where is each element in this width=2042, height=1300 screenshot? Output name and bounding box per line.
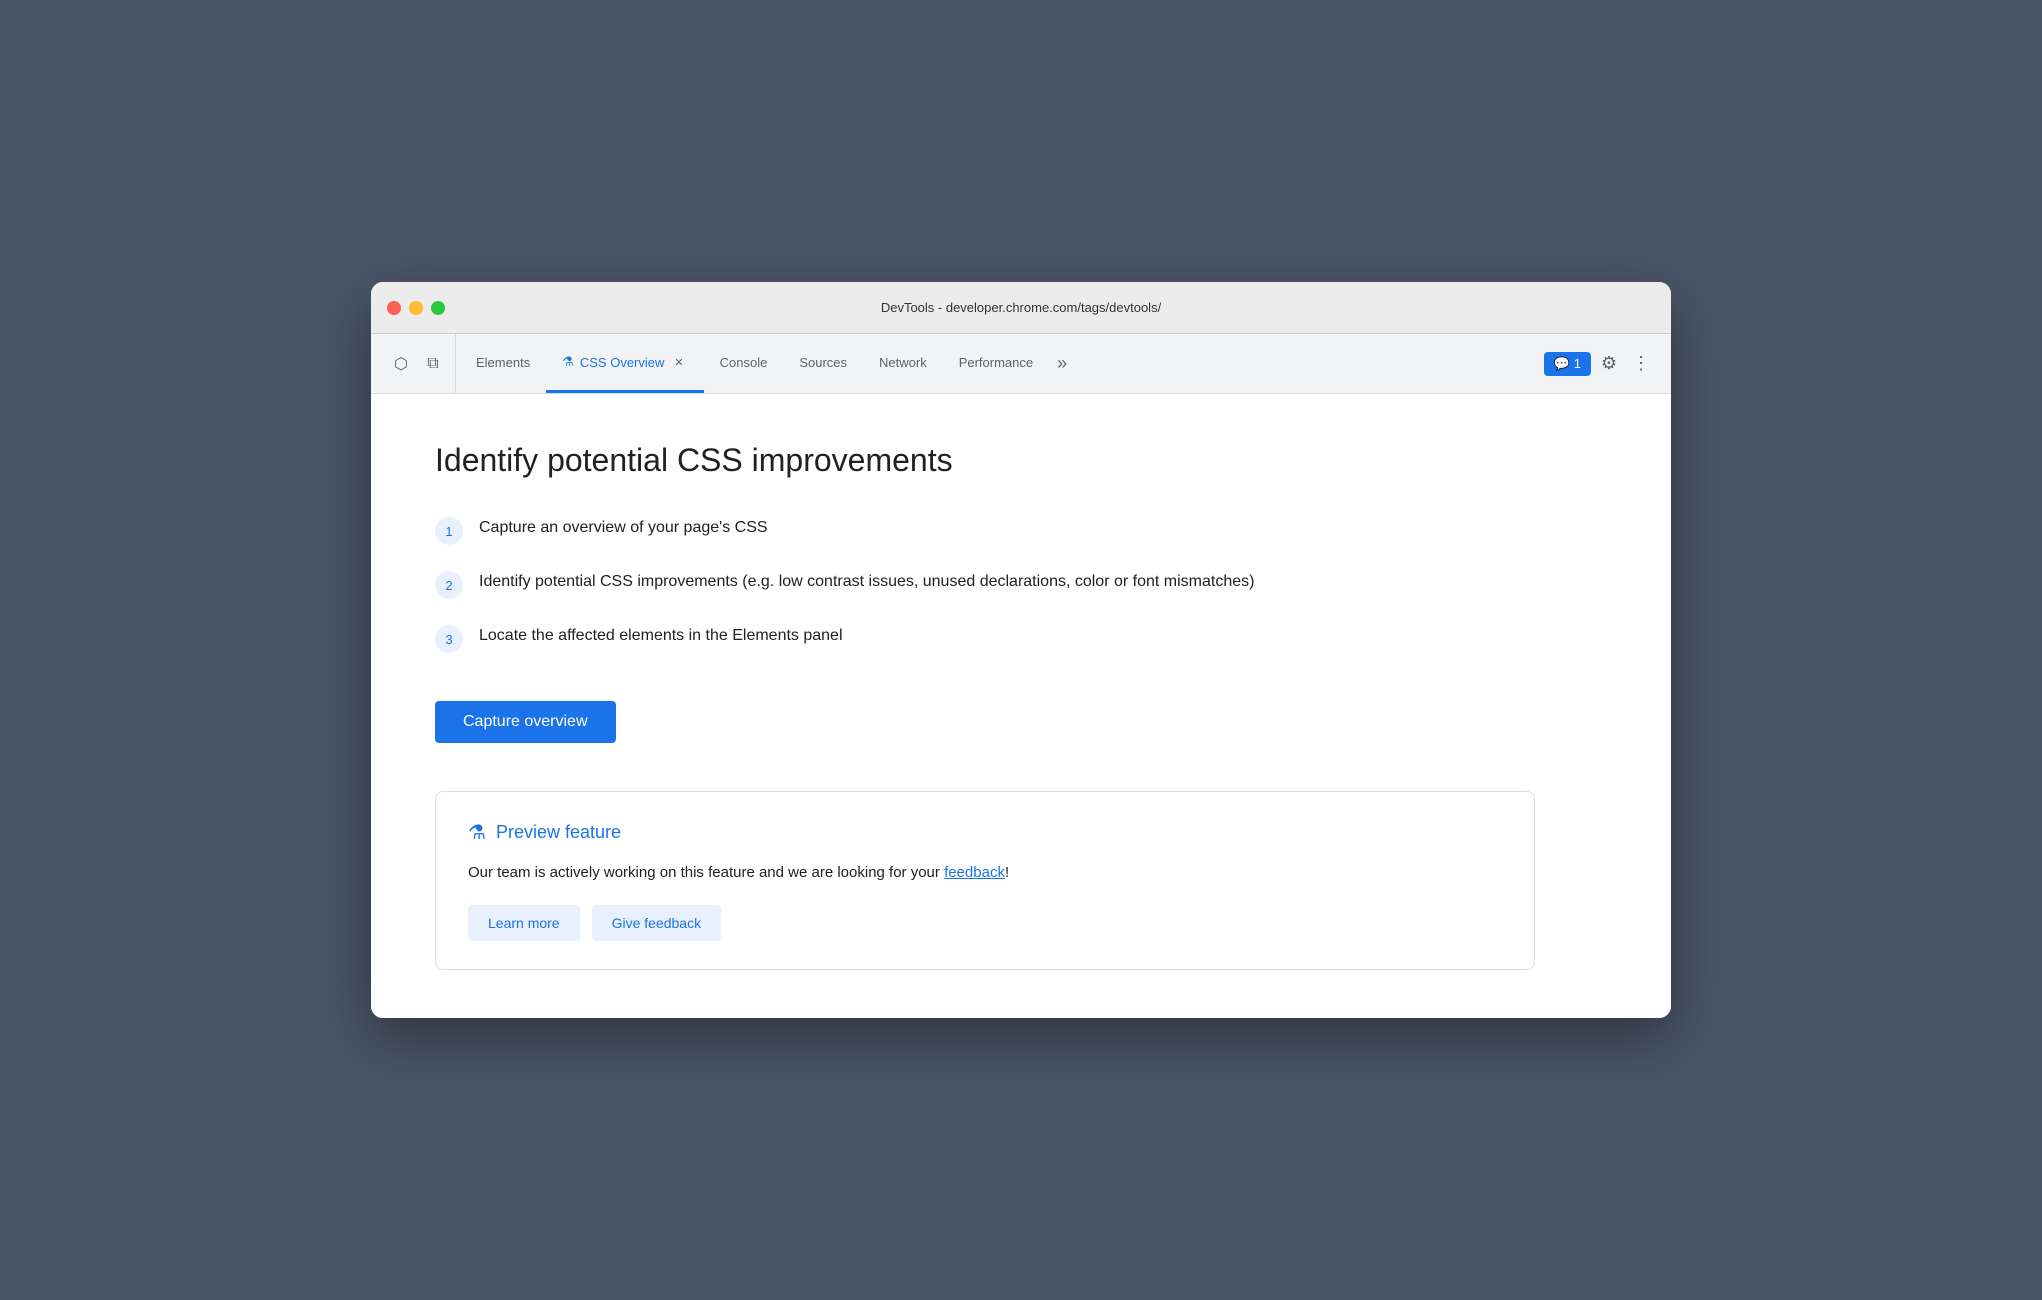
- preview-text-before: Our team is actively working on this fea…: [468, 864, 944, 881]
- tab-close-icon[interactable]: ✕: [670, 354, 687, 371]
- devtools-window: DevTools - developer.chrome.com/tags/dev…: [371, 282, 1671, 1018]
- cursor-tool-button[interactable]: ⬡: [387, 350, 415, 378]
- tab-sources[interactable]: Sources: [783, 334, 863, 393]
- tab-console[interactable]: Console: [704, 334, 784, 393]
- chat-bubble-icon: 💬: [1554, 356, 1570, 372]
- tab-css-overview[interactable]: ⚗ CSS Overview ✕: [546, 334, 703, 393]
- tab-elements-label: Elements: [476, 355, 530, 370]
- tab-elements[interactable]: Elements: [460, 334, 546, 393]
- capture-overview-button[interactable]: Capture overview: [435, 701, 616, 743]
- close-button[interactable]: [387, 301, 401, 315]
- step-text-3: Locate the affected elements in the Elem…: [479, 623, 843, 649]
- step-number-1: 1: [435, 517, 463, 545]
- step-item-1: 1 Capture an overview of your page's CSS: [435, 515, 1607, 545]
- preview-primary-label: Learn more: [488, 915, 560, 931]
- tab-css-overview-label: CSS Overview: [580, 355, 665, 370]
- page-title: Identify potential CSS improvements: [435, 442, 1607, 479]
- preview-secondary-label: Give feedback: [612, 915, 702, 931]
- notifications-button[interactable]: 💬 1: [1544, 352, 1591, 376]
- devtools-toolbar: ⬡ ⧉ Elements ⚗ CSS Overview ✕ Console So…: [371, 334, 1671, 394]
- flask-icon: ⚗: [562, 354, 574, 370]
- preview-flask-icon: ⚗: [468, 820, 486, 845]
- device-icon: ⧉: [427, 355, 438, 373]
- tab-sources-label: Sources: [799, 355, 847, 370]
- more-tabs-button[interactable]: »: [1049, 334, 1075, 393]
- tab-performance-label: Performance: [959, 355, 1033, 370]
- tabs-bar: Elements ⚗ CSS Overview ✕ Console Source…: [460, 334, 1536, 393]
- tab-performance[interactable]: Performance: [943, 334, 1049, 393]
- tab-network[interactable]: Network: [863, 334, 943, 393]
- step-item-3: 3 Locate the affected elements in the El…: [435, 623, 1607, 653]
- step-number-3: 3: [435, 625, 463, 653]
- tab-network-label: Network: [879, 355, 927, 370]
- preview-primary-button[interactable]: Learn more: [468, 905, 580, 941]
- preview-feature-description: Our team is actively working on this fea…: [468, 861, 1502, 885]
- preview-feature-title: Preview feature: [496, 822, 621, 843]
- maximize-button[interactable]: [431, 301, 445, 315]
- step-number-2: 2: [435, 571, 463, 599]
- step-text-2: Identify potential CSS improvements (e.g…: [479, 569, 1254, 595]
- traffic-lights: [387, 301, 445, 315]
- more-tabs-icon: »: [1057, 353, 1067, 374]
- cursor-icon: ⬡: [394, 354, 408, 374]
- tab-console-label: Console: [720, 355, 768, 370]
- minimize-button[interactable]: [409, 301, 423, 315]
- preview-feature-box: ⚗ Preview feature Our team is actively w…: [435, 791, 1535, 970]
- preview-secondary-button[interactable]: Give feedback: [592, 905, 722, 941]
- settings-icon: ⚙: [1601, 353, 1617, 374]
- toolbar-icon-group: ⬡ ⧉: [379, 334, 456, 393]
- toolbar-right-actions: 💬 1 ⚙ ⋮: [1536, 334, 1663, 393]
- step-text-1: Capture an overview of your page's CSS: [479, 515, 768, 541]
- feedback-link[interactable]: feedback: [944, 864, 1005, 881]
- more-options-icon: ⋮: [1632, 353, 1650, 374]
- preview-feature-header: ⚗ Preview feature: [468, 820, 1502, 845]
- more-options-button[interactable]: ⋮: [1627, 350, 1655, 378]
- device-toggle-button[interactable]: ⧉: [419, 350, 447, 378]
- settings-button[interactable]: ⚙: [1595, 350, 1623, 378]
- window-title: DevTools - developer.chrome.com/tags/dev…: [881, 300, 1161, 315]
- preview-text-after: !: [1005, 864, 1009, 881]
- title-bar: DevTools - developer.chrome.com/tags/dev…: [371, 282, 1671, 334]
- main-content: Identify potential CSS improvements 1 Ca…: [371, 394, 1671, 1018]
- step-item-2: 2 Identify potential CSS improvements (e…: [435, 569, 1607, 599]
- notifications-count: 1: [1574, 356, 1581, 371]
- steps-list: 1 Capture an overview of your page's CSS…: [435, 515, 1607, 653]
- preview-action-buttons: Learn more Give feedback: [468, 905, 1502, 941]
